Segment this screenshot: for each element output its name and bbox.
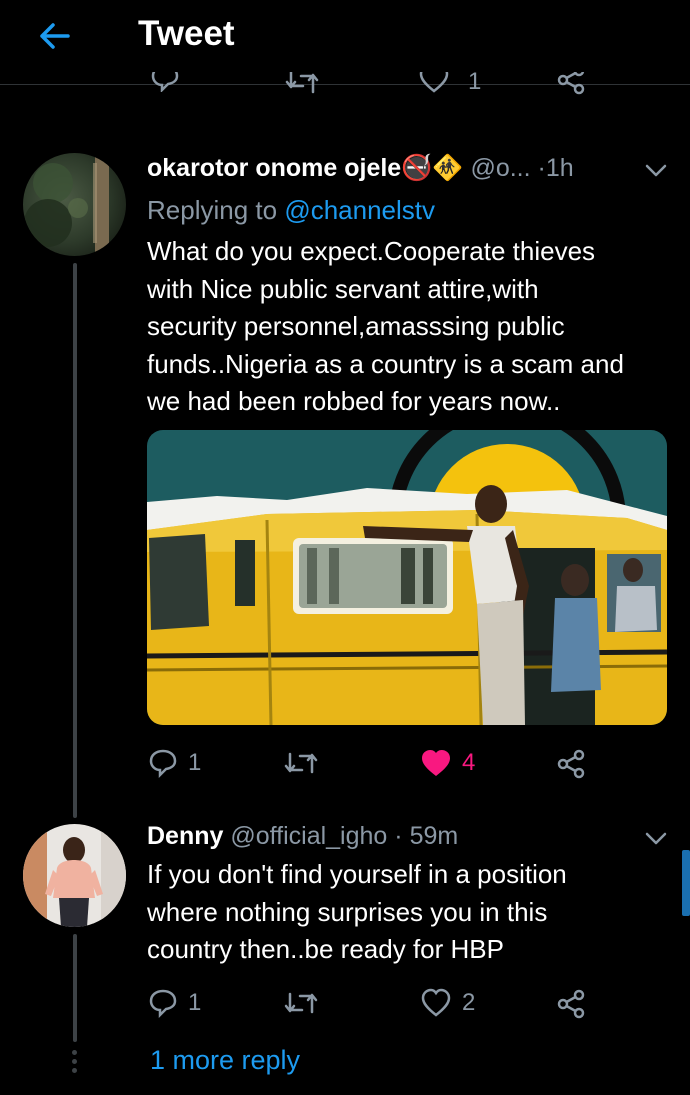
share-button[interactable]: [555, 988, 587, 1020]
reply-text-line: If you don't find yourself in a position: [147, 859, 567, 889]
previous-tweet-actions: 1: [0, 72, 690, 108]
like-count: 1: [468, 72, 482, 95]
more-replies-link[interactable]: 1 more reply: [150, 1045, 300, 1076]
share-icon: [557, 989, 585, 1019]
retweet-button[interactable]: [284, 748, 328, 778]
display-name[interactable]: Denny: [147, 822, 223, 850]
display-name[interactable]: okarotor onome ojele: [147, 154, 401, 182]
separator: ·: [394, 822, 403, 850]
retweet-icon: [284, 752, 318, 774]
reply-text: If you don't find yourself in a position…: [147, 856, 677, 969]
heart-icon: [421, 988, 451, 1017]
reply-count: 1: [188, 749, 202, 776]
chevron-down-icon[interactable]: [643, 160, 669, 180]
more-dots: [72, 1050, 78, 1073]
thread-line: [73, 263, 77, 818]
tweet-text-line: with Nice public servant attire,with: [147, 273, 539, 304]
replying-to: Replying to @channelstv: [147, 195, 435, 226]
bus-illustration: [147, 430, 667, 725]
reply-text-line: where nothing surprises you in this: [147, 896, 548, 927]
like-button[interactable]: 4: [420, 748, 475, 778]
children-crossing-emoji: 🚸: [432, 154, 464, 182]
page-title: Tweet: [138, 14, 235, 53]
like-icon[interactable]: [418, 72, 450, 94]
tweet-text-line: security personnel,amasssing public: [147, 311, 565, 341]
tweet-text-line: funds..Nigeria as a country is a scam an…: [147, 348, 624, 379]
reply-count: 1: [188, 989, 202, 1016]
replying-to-handle[interactable]: @channelstv: [284, 195, 435, 225]
tweet-text-line: we had been robbed for years now..: [147, 386, 561, 416]
no-smoking-emoji: 🚭: [401, 154, 433, 182]
retweet-icon[interactable]: [285, 72, 319, 96]
share-button[interactable]: [555, 748, 587, 780]
avatar-image: [23, 153, 126, 256]
timestamp[interactable]: 59m: [410, 822, 459, 850]
reply-button[interactable]: 1: [148, 748, 201, 778]
reply-icon[interactable]: [150, 72, 180, 92]
retweet-button[interactable]: [284, 988, 328, 1018]
handle[interactable]: @official_igho: [230, 822, 387, 850]
reply-icon: [149, 749, 177, 778]
share-icon: [557, 749, 585, 779]
replying-label: Replying to: [147, 195, 278, 225]
share-icon[interactable]: [555, 72, 587, 96]
reply-text-line: country then..be ready for HBP: [147, 934, 504, 964]
like-button[interactable]: 2: [420, 988, 475, 1018]
separator: ·: [537, 154, 546, 182]
heart-filled-icon: [422, 750, 450, 776]
thread-line: [73, 934, 77, 1042]
avatar[interactable]: [23, 824, 126, 927]
timestamp[interactable]: 1h: [546, 154, 574, 182]
like-count: 2: [462, 989, 476, 1016]
like-count: 4: [462, 749, 476, 776]
back-arrow-icon[interactable]: [36, 18, 72, 54]
chevron-down-icon[interactable]: [643, 828, 669, 848]
reply-icon: [149, 989, 177, 1018]
scrollbar[interactable]: [682, 850, 690, 916]
tweet-text-line: What do you expect.Cooperate thieves: [147, 236, 596, 266]
avatar-image: [23, 824, 126, 927]
avatar[interactable]: [23, 153, 126, 256]
tweet-header: okarotor onome ojele🚭🚸 @o... ·1h: [147, 154, 574, 183]
handle[interactable]: @o...: [470, 154, 530, 182]
retweet-icon: [284, 992, 318, 1014]
tweet-media-image[interactable]: [147, 430, 667, 725]
tweet-text: What do you expect.Cooperate thieves wit…: [147, 233, 677, 421]
reply-header: Denny @official_igho · 59m: [147, 822, 458, 851]
reply-button[interactable]: 1: [148, 988, 201, 1018]
